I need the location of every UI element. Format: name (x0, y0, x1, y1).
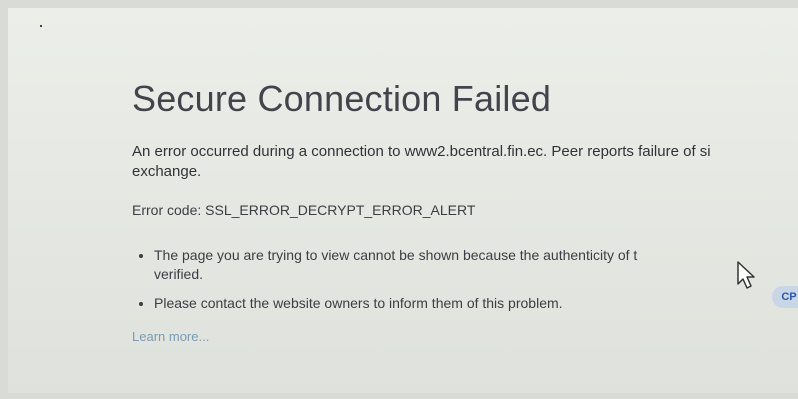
browser-viewport: Secure Connection Failed An error occurr… (8, 8, 798, 393)
screen-speck (40, 25, 42, 27)
error-description-continued: exchange. (132, 163, 202, 180)
cp-badge[interactable]: CP (772, 286, 798, 308)
reason-contact-owner: Please contact the website owners to inf… (154, 294, 798, 313)
page-title: Secure Connection Failed (132, 78, 552, 119)
mouse-pointer-icon (737, 261, 755, 289)
reason-authenticity-text-continued: verified. (154, 266, 204, 282)
error-code: Error code: SSL_ERROR_DECRYPT_ERROR_ALER… (132, 202, 476, 218)
reason-authenticity: The page you are trying to view cannot b… (154, 246, 798, 284)
error-description: An error occurred during a connection to… (132, 143, 711, 160)
reason-list: The page you are trying to view cannot b… (132, 246, 798, 313)
learn-more-link[interactable]: Learn more... (132, 329, 209, 344)
error-page: Secure Connection Failed An error occurr… (132, 78, 798, 346)
reason-authenticity-text: The page you are trying to view cannot b… (154, 247, 638, 263)
